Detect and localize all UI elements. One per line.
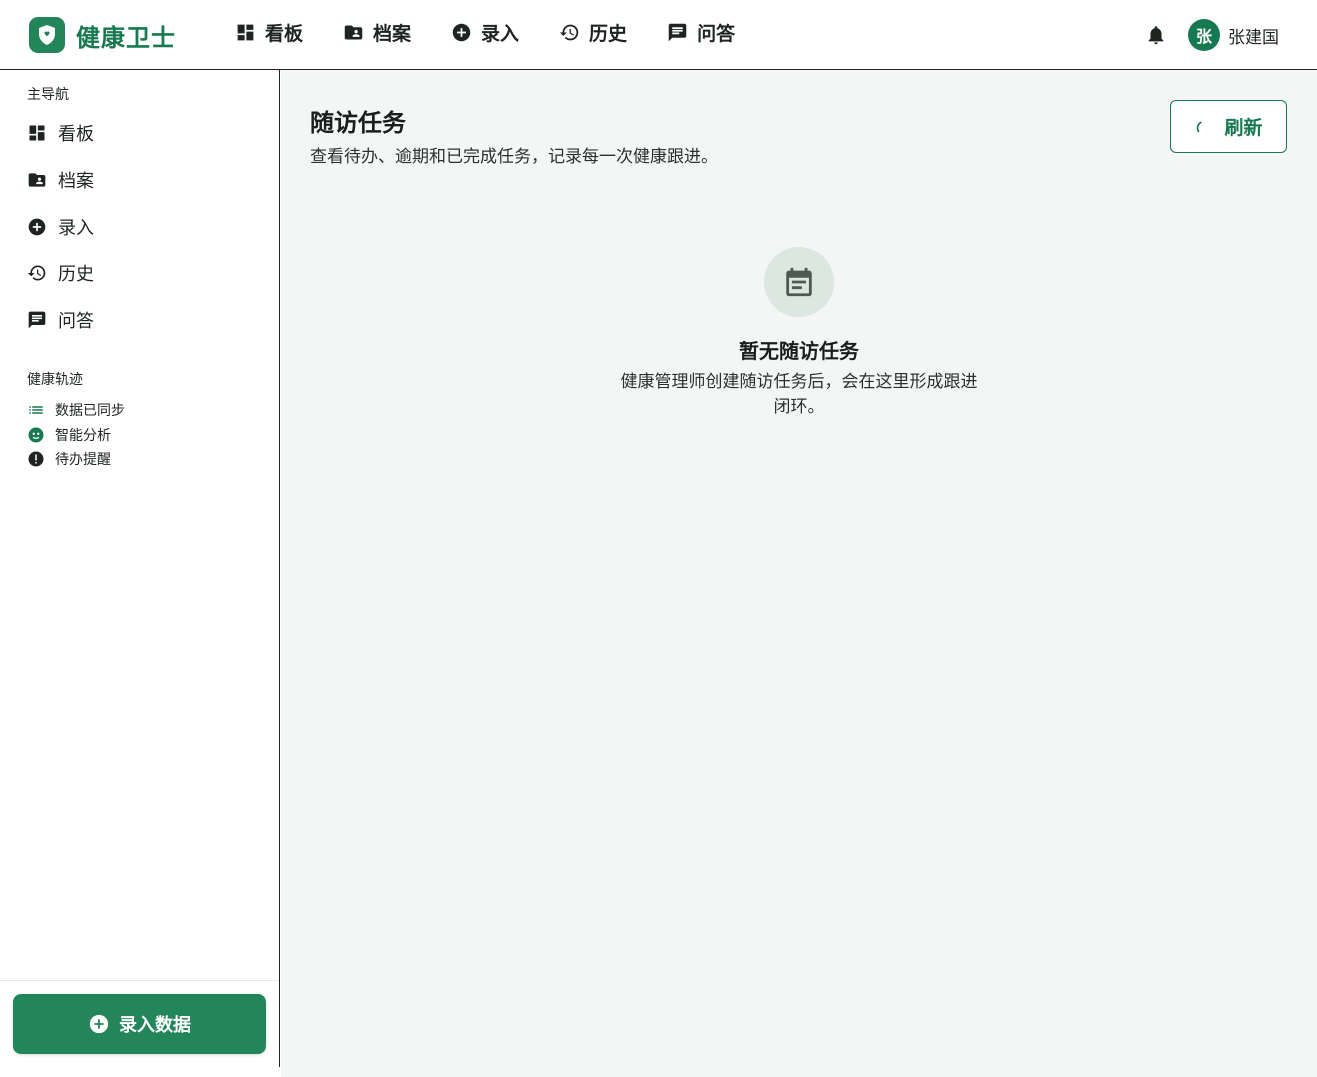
topnav-item-label: 档案 bbox=[373, 22, 412, 45]
list-icon bbox=[29, 406, 43, 414]
add-circle-icon bbox=[28, 218, 46, 236]
header-user-area: 张 张建国 bbox=[1145, 18, 1279, 52]
sidebar-item-qa[interactable]: 问答 bbox=[27, 305, 94, 335]
sidebar-item-label: 档案 bbox=[58, 171, 94, 192]
sidebar-item-history[interactable]: 历史 bbox=[27, 258, 94, 288]
page-subtitle: 查看待办、逾期和已完成任务，记录每一次健康跟进。 bbox=[310, 147, 718, 167]
track-item-analysis: 智能分析 bbox=[27, 424, 111, 446]
topnav-item-label: 问答 bbox=[697, 22, 736, 45]
track-item-label: 智能分析 bbox=[55, 428, 111, 444]
empty-state-description: 健康管理师创建随访任务后，会在这里形成跟进闭环。 bbox=[620, 372, 978, 417]
track-item-synced: 数据已同步 bbox=[27, 399, 125, 421]
top-header: 健康卫士 看板 档案 录入 历史 问答 张 张建国 bbox=[0, 0, 1317, 70]
add-circle-icon bbox=[452, 23, 471, 41]
sidebar-item-label: 历史 bbox=[58, 264, 94, 285]
calendar-icon bbox=[764, 247, 834, 317]
bell-icon[interactable] bbox=[1145, 24, 1167, 46]
sidebar-item-label: 问答 bbox=[58, 311, 94, 332]
topnav-item-records[interactable]: 档案 bbox=[343, 16, 411, 48]
history-icon bbox=[27, 265, 46, 281]
topnav-item-label: 看板 bbox=[265, 22, 304, 45]
dashboard-icon bbox=[29, 125, 45, 141]
enter-data-label: 录入数据 bbox=[119, 1015, 191, 1035]
track-item-reminder: 待办提醒 bbox=[27, 448, 111, 470]
track-item-label: 数据已同步 bbox=[55, 403, 125, 419]
refresh-button[interactable]: 刷新 bbox=[1170, 100, 1287, 153]
topnav-item-qa[interactable]: 问答 bbox=[667, 16, 735, 48]
sidebar-item-label: 看板 bbox=[58, 124, 94, 145]
sidebar-divider bbox=[0, 980, 279, 981]
folder-user-icon bbox=[344, 25, 363, 39]
sidebar: 主导航 看板 档案 录入 历史 问答 健康轨迹 数据已同步 智能分析 待办提醒 … bbox=[0, 70, 280, 1067]
brand-name: 健康卫士 bbox=[76, 23, 176, 52]
sidebar-item-entry[interactable]: 录入 bbox=[27, 212, 94, 242]
chat-icon bbox=[28, 311, 46, 329]
refresh-label: 刷新 bbox=[1224, 118, 1263, 139]
sidebar-section-title-main: 主导航 bbox=[27, 87, 69, 103]
app-root: 健康卫士 看板 档案 录入 历史 问答 张 张建国 主导航 看板 档案 录入 历… bbox=[0, 0, 1317, 1077]
topnav-item-entry[interactable]: 录入 bbox=[451, 16, 519, 48]
topnav-item-history[interactable]: 历史 bbox=[559, 16, 627, 48]
smart-analysis-icon bbox=[28, 427, 44, 443]
dashboard-icon bbox=[237, 24, 254, 40]
top-navigation: 看板 档案 录入 历史 问答 bbox=[235, 16, 775, 48]
loading-spinner-icon bbox=[1197, 121, 1203, 132]
sidebar-item-label: 录入 bbox=[58, 218, 94, 239]
topnav-item-dashboard[interactable]: 看板 bbox=[235, 16, 303, 48]
page-title: 随访任务 bbox=[310, 109, 406, 137]
avatar[interactable]: 张 bbox=[1188, 19, 1220, 51]
empty-state-title: 暂无随访任务 bbox=[739, 339, 859, 363]
main-content: 随访任务 查看待办、逾期和已完成任务，记录每一次健康跟进。 刷新 暂无随访任务 … bbox=[281, 70, 1317, 1077]
sidebar-item-dashboard[interactable]: 看板 bbox=[27, 118, 94, 148]
sidebar-item-records[interactable]: 档案 bbox=[27, 165, 94, 195]
track-item-label: 待办提醒 bbox=[55, 452, 111, 468]
enter-data-button[interactable]: 录入数据 bbox=[13, 994, 266, 1054]
username[interactable]: 张建国 bbox=[1228, 23, 1279, 48]
shield-heart-icon bbox=[29, 17, 65, 53]
chat-icon bbox=[668, 23, 687, 41]
folder-user-icon bbox=[28, 173, 46, 187]
topnav-item-label: 历史 bbox=[589, 22, 628, 45]
topnav-item-label: 录入 bbox=[481, 22, 520, 45]
brand[interactable]: 健康卫士 bbox=[29, 16, 176, 54]
sidebar-section-title-track: 健康轨迹 bbox=[27, 372, 83, 388]
history-icon bbox=[559, 24, 579, 40]
add-circle-icon bbox=[89, 1014, 109, 1034]
alert-icon bbox=[28, 451, 44, 467]
